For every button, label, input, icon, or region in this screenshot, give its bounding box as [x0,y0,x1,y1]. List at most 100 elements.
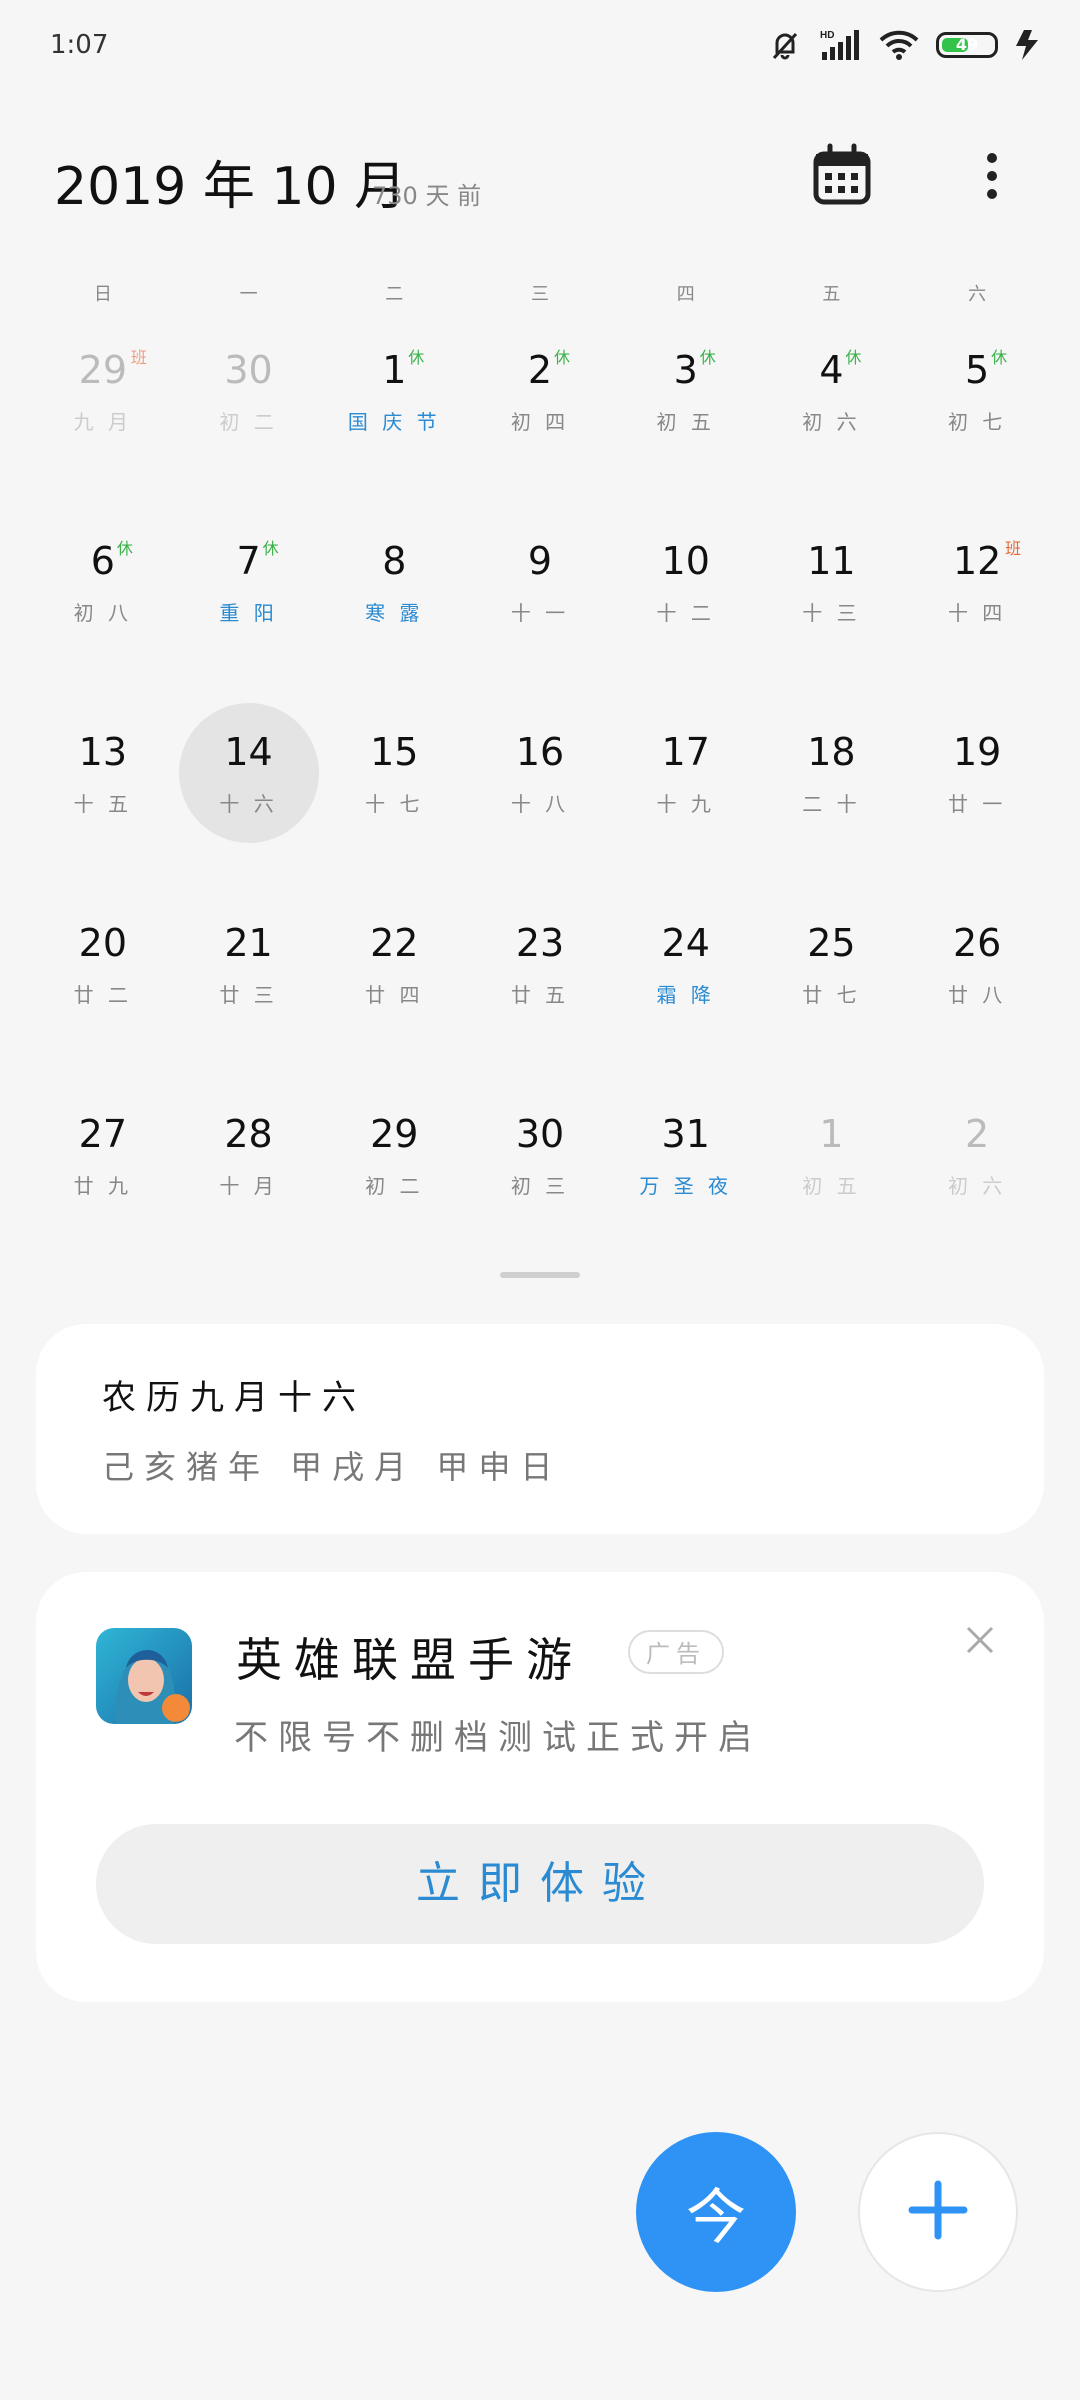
day-cell[interactable]: 23 廿 五 [467,893,613,1084]
lunar-label: 九 月 [73,410,133,434]
add-event-button[interactable] [858,2132,1018,2292]
ad-card[interactable]: 英雄联盟手游 广告 不限号不删档测试正式开启 立即体验 [36,1572,1044,2002]
day-cell[interactable]: 1 初 五 [759,1084,905,1275]
wifi-icon [878,29,920,61]
notifications-off-icon [768,28,802,62]
holiday-badge: 休 [991,348,1008,367]
try-now-button[interactable]: 立即体验 [96,1824,984,1944]
lunar-label: 廿 五 [510,983,570,1007]
day-cell[interactable]: 17 十 九 [613,702,759,893]
month-grid: 29 班九 月 30 初 二1休国 庆 节2休初 四3休初 五4休初 六5休初 七6休… [30,320,1050,1275]
day-cell[interactable]: 29 班九 月 [30,320,176,511]
day-number: 14 [224,730,273,774]
day-cell[interactable]: 27 廿 九 [30,1084,176,1275]
day-number: 15 [370,730,419,774]
day-number: 20 [78,921,128,965]
drag-handle[interactable] [500,1272,580,1278]
day-cell[interactable]: 10 十 二 [613,511,759,702]
day-cell[interactable]: 16 十 八 [467,702,613,893]
weekday-sun: 日 [93,284,112,305]
day-cell[interactable]: 9 十 一 [467,511,613,702]
more-vertical-icon[interactable] [970,142,1014,210]
day-number: 10 [661,539,710,583]
lunar-info-card: 农历九月十六 己亥猪年 甲戌月 甲申日 [36,1324,1044,1534]
day-number: 5 [965,348,990,392]
day-cell[interactable]: 29 初 二 [321,1084,467,1275]
day-cell[interactable]: 20 廿 二 [30,893,176,1084]
day-cell[interactable]: 3休初 五 [613,320,759,511]
day-cell[interactable]: 12 班十 四 [904,511,1050,702]
day-cell[interactable]: 24 霜 降 [613,893,759,1084]
day-cell[interactable]: 28 十 月 [176,1084,322,1275]
day-cell-today[interactable]: 14 十 六 [176,702,322,893]
ad-app-name[interactable]: 英雄联盟手游 [236,1624,584,1690]
holiday-badge: 休 [116,539,133,558]
day-cell[interactable]: 7休重 阳 [176,511,322,702]
lunar-label: 初 六 [802,410,861,434]
lunar-label: 初 五 [656,410,715,434]
app-icon[interactable] [96,1628,192,1724]
day-cell[interactable]: 26 廿 八 [904,893,1050,1084]
day-cell[interactable]: 15 十 七 [321,702,467,893]
day-cell[interactable]: 2 初 六 [904,1084,1050,1275]
day-number: 21 [224,921,273,965]
lunar-label: 十 一 [510,601,570,625]
lunar-date: 农历九月十六 [102,1378,366,1418]
holiday-badge: 休 [699,348,716,367]
close-icon[interactable] [960,1620,1000,1660]
day-cell[interactable]: 13 十 五 [30,702,176,893]
day-cell[interactable]: 25 廿 七 [759,893,905,1084]
day-cell[interactable]: 30 初 二 [176,320,322,511]
calendar-icon[interactable] [808,142,876,210]
day-cell[interactable]: 21 廿 三 [176,893,322,1084]
day-cell[interactable]: 19 廿 一 [904,702,1050,893]
day-number: 9 [527,539,553,583]
lunar-label: 廿 一 [947,792,1007,816]
weekday-mon: 一 [239,284,258,305]
weekday-row: 日 一 二 三 四 五 六 [0,280,1080,310]
month-title[interactable]: 2019 年 10 月 [54,144,406,219]
holiday-badge: 休 [262,539,279,558]
calendar-header: 2019 年 10 月 730 天 前 [0,130,1080,230]
weekday-fri: 五 [822,284,841,305]
ad-description: 不限号不删档测试正式开启 [234,1718,762,1758]
day-number: 7 [236,539,261,583]
day-cell[interactable]: 31 万 圣 夜 [613,1084,759,1275]
lunar-label: 廿 八 [947,983,1007,1007]
day-cell[interactable]: 2休初 四 [467,320,613,511]
day-number: 30 [224,348,273,392]
lunar-label: 十 四 [947,601,1007,625]
day-cell[interactable]: 5休初 七 [904,320,1050,511]
day-number: 28 [224,1112,273,1156]
ad-tag: 广告 [628,1630,724,1674]
day-number: 23 [515,921,565,965]
lunar-label: 初 五 [802,1174,861,1198]
day-cell[interactable]: 18 二 十 [759,702,905,893]
lunar-label: 十 七 [365,792,424,816]
lunar-label: 十 三 [802,601,861,625]
day-cell[interactable]: 1休国 庆 节 [321,320,467,511]
lunar-label: 廿 二 [73,983,133,1007]
day-number: 26 [952,921,1002,965]
today-button[interactable]: 今 [636,2132,796,2292]
day-number: 30 [515,1112,565,1156]
day-cell[interactable]: 22 廿 四 [321,893,467,1084]
lunar-label: 十 六 [219,792,278,816]
day-cell[interactable]: 30 初 三 [467,1084,613,1275]
day-cell[interactable]: 6休初 八 [30,511,176,702]
day-number: 29 [78,348,128,392]
charging-icon [1014,28,1042,62]
day-number: 27 [78,1112,128,1156]
lunar-label: 二 十 [802,792,861,816]
day-number: 12 [952,539,1002,583]
lunar-label: 初 二 [365,1174,424,1198]
day-cell[interactable]: 11 十 三 [759,511,905,702]
day-cell[interactable]: 4休初 六 [759,320,905,511]
lunar-label: 廿 七 [802,983,861,1007]
day-number: 25 [807,921,856,965]
lunar-label: 十 五 [73,792,133,816]
day-number: 4 [819,348,844,392]
lunar-label: 初 八 [73,601,133,625]
lunar-label: 初 六 [947,1174,1007,1198]
day-cell[interactable]: 8 寒 露 [321,511,467,702]
